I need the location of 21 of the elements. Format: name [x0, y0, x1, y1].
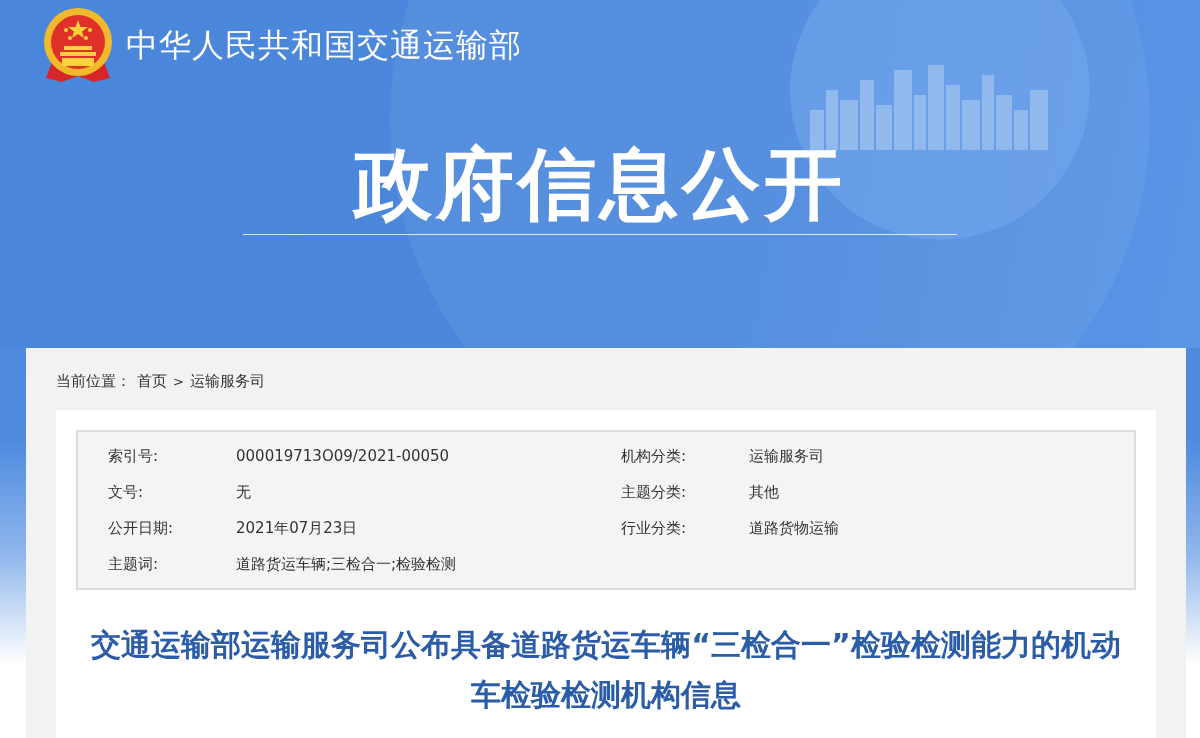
metadata-label: 主题分类: — [621, 482, 688, 503]
metadata-value: 运输服务司 — [749, 446, 825, 467]
metadata-label: 文号: — [108, 482, 145, 503]
article-title: 交通运输部运输服务司公布具备道路货运车辆“三检合一”检验检测能力的机动车检验检测机构信息 — [90, 626, 1122, 714]
metadata-label: 主题词: — [108, 554, 160, 575]
metadata-label: 行业分类: — [621, 518, 688, 539]
metadata-label: 机构分类: — [621, 446, 688, 467]
breadcrumb-label: 当前位置： — [56, 371, 131, 391]
metadata-label: 索引号: — [108, 446, 160, 467]
breadcrumb-link[interactable]: 运输服务司 — [189, 371, 265, 391]
metadata-value: 2021年07月23日 — [236, 518, 359, 539]
metadata-label: 公开日期: — [108, 518, 175, 539]
breadcrumb-separator: > — [173, 373, 184, 389]
metadata-value: 道路货运车辆;三检合一;检验检测 — [236, 554, 458, 575]
metadata-value: 其他 — [749, 482, 780, 503]
site-name: 中华人民共和国交通运输部 — [126, 25, 522, 66]
metadata-value: 道路货物运输 — [749, 518, 840, 539]
metadata-value: 无 — [236, 482, 252, 503]
metadata-value: 000019713O09/2021-00050 — [236, 446, 451, 467]
banner-title: 政府信息公开 — [243, 142, 957, 235]
breadcrumb-link[interactable]: 首页 — [137, 371, 167, 391]
